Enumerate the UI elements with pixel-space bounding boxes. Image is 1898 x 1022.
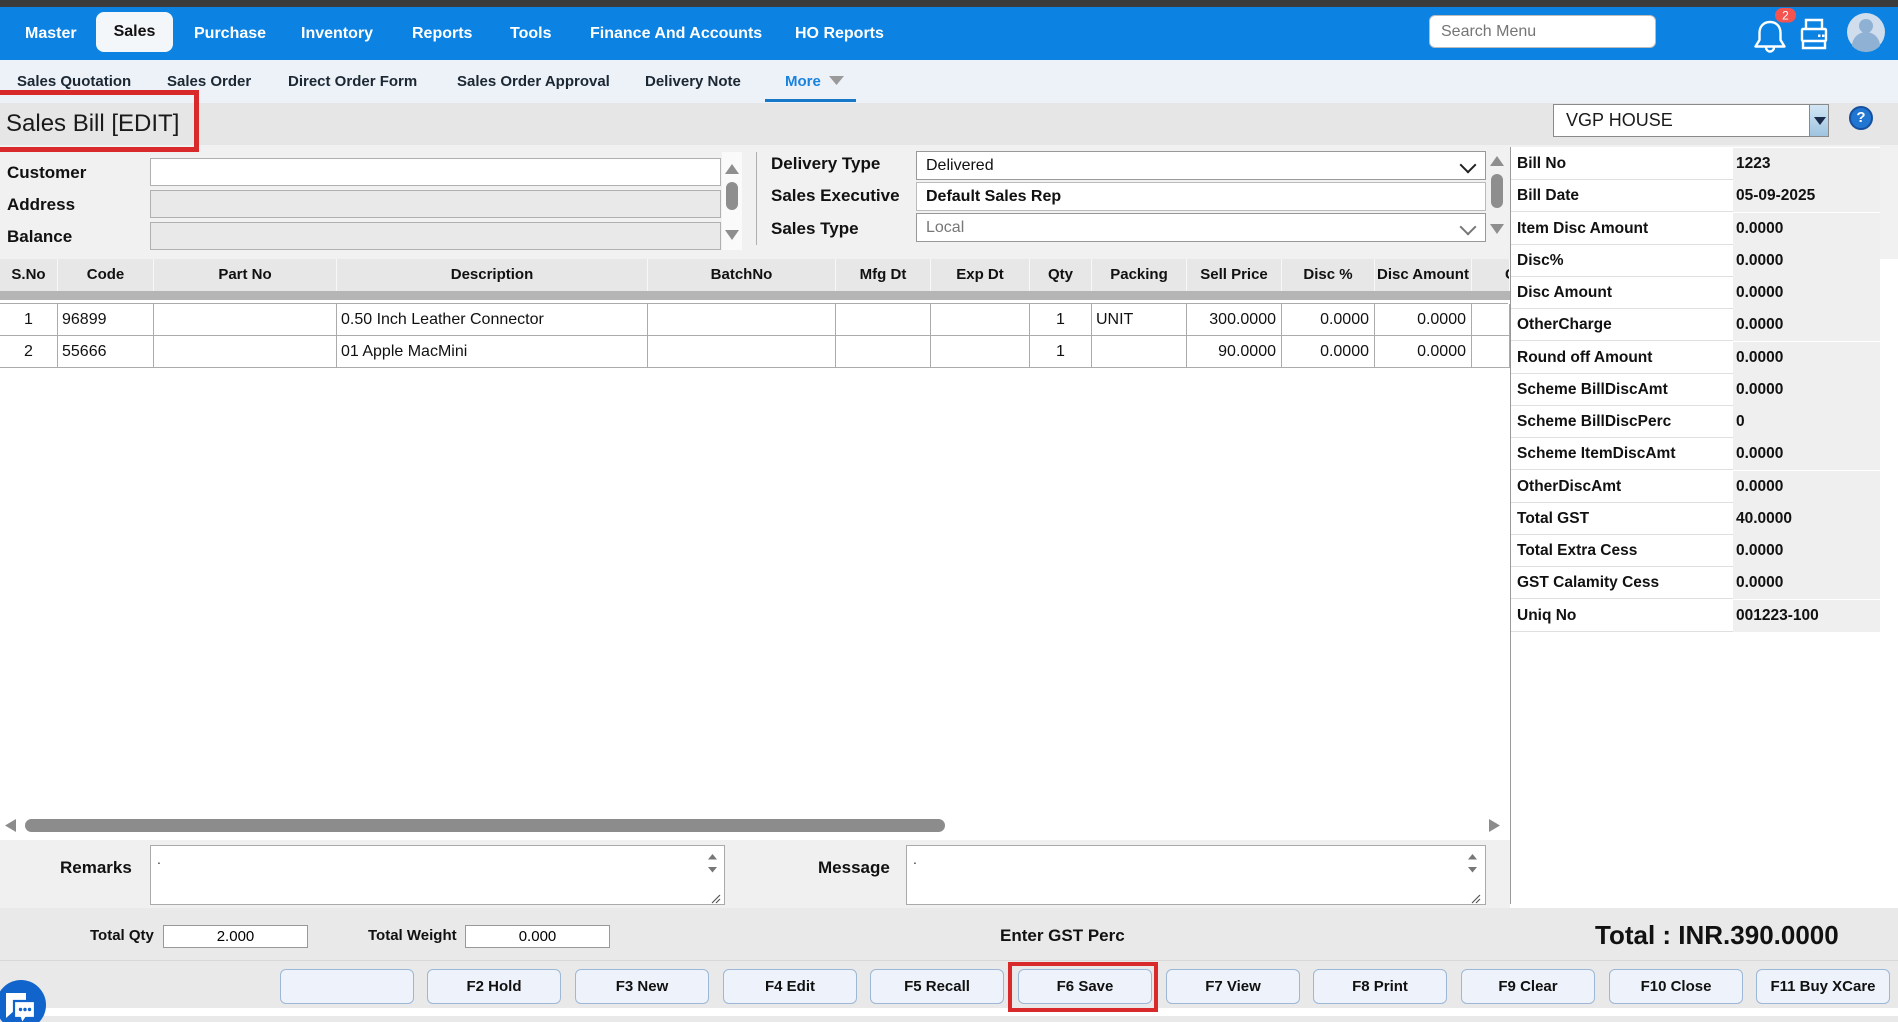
svg-text:2: 2 — [1782, 9, 1789, 23]
